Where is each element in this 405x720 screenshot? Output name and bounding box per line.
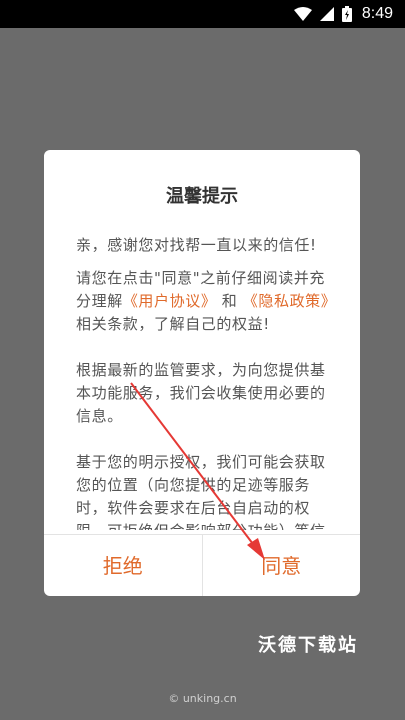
agree-button[interactable]: 同意 bbox=[203, 535, 361, 596]
wifi-icon bbox=[293, 7, 312, 21]
signal-icon bbox=[319, 7, 334, 21]
agreement-and: 和 bbox=[221, 292, 238, 310]
dialog-title: 温馨提示 bbox=[166, 186, 238, 207]
battery-icon bbox=[341, 6, 352, 22]
watermark-url: © unking.cn bbox=[168, 692, 237, 705]
agreement-paragraph: 请您在点击"同意"之前仔细阅读并充分理解《用户协议》 和 《隐私政策》相关条款，… bbox=[76, 267, 338, 336]
agreement-suffix: 相关条款，了解自己的权益! bbox=[76, 315, 270, 333]
dialog-buttons: 拒绝 同意 bbox=[44, 534, 360, 596]
status-time: 8:49 bbox=[361, 5, 393, 22]
privacy-policy-link[interactable]: 《隐私政策》 bbox=[243, 292, 337, 310]
privacy-dialog: 温馨提示 亲，感谢您对找帮一直以来的信任! 请您在点击"同意"之前仔细阅读并充分… bbox=[44, 150, 360, 596]
status-bar: 8:49 bbox=[0, 0, 405, 28]
dialog-body[interactable]: 亲，感谢您对找帮一直以来的信任! 请您在点击"同意"之前仔细阅读并充分理解《用户… bbox=[76, 234, 338, 530]
user-agreement-link[interactable]: 《用户协议》 bbox=[123, 292, 217, 310]
greeting-text: 亲，感谢您对找帮一直以来的信任! bbox=[76, 236, 317, 254]
watermark-logo: 沃德下载站 bbox=[258, 635, 358, 656]
status-icons: 8:49 bbox=[293, 4, 393, 24]
decline-button[interactable]: 拒绝 bbox=[44, 535, 202, 596]
location-paragraph: 基于您的明示授权，我们可能会获取您的位置（向您提供的足迹等服务时，软件会要求在后… bbox=[76, 453, 326, 530]
regulation-paragraph: 根据最新的监管要求，为向您提供基本功能服务，我们会收集使用必要的信息。 bbox=[76, 361, 326, 425]
